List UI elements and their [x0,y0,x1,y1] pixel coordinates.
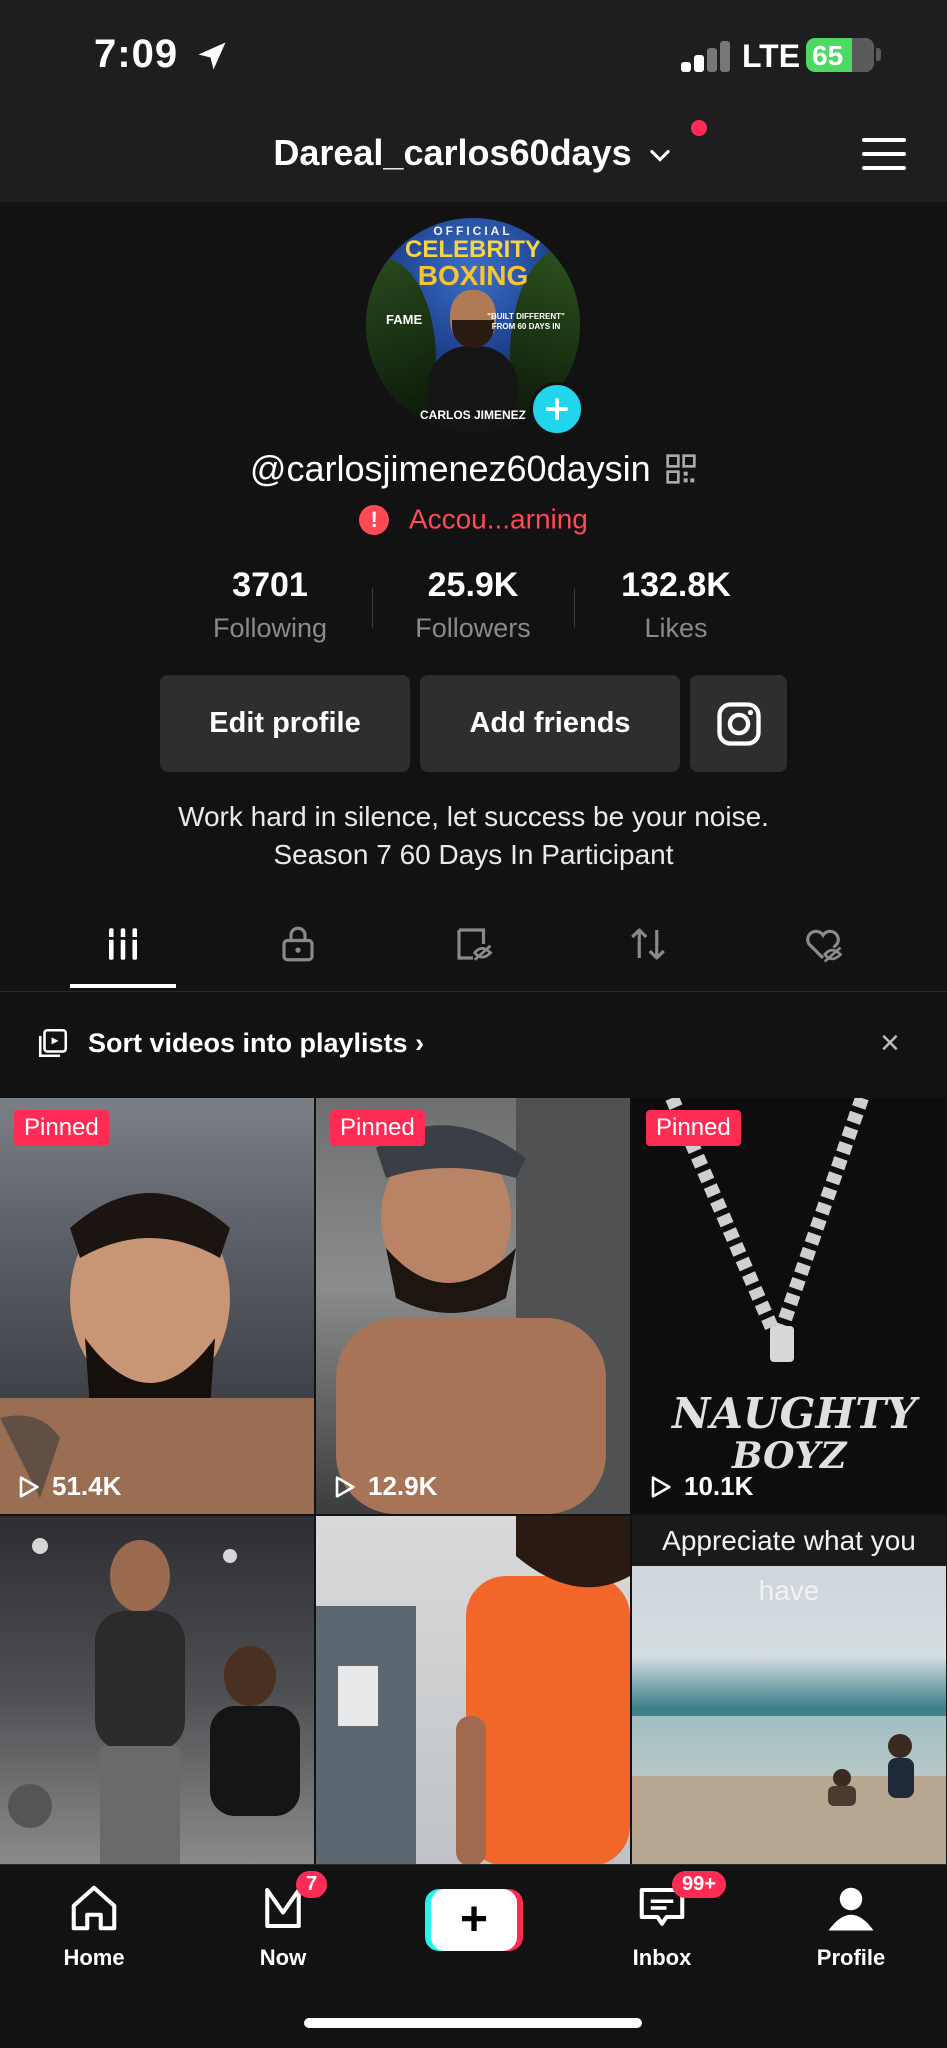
view-count: 12.9K [330,1471,437,1502]
play-icon [19,1475,39,1498]
bookmark-hidden-icon [457,928,493,961]
status-bar: 7:09 LTE 65 [0,0,947,110]
avatar-celebrity-text: CELEBRITY [404,236,541,263]
signal-icon [681,40,731,72]
heart-hidden-icon [806,929,843,963]
active-tab-indicator [70,984,176,988]
stats-row: 3701 Following 25.9K Followers 132.8K Li… [0,566,947,646]
stat-likes[interactable]: 132.8K Likes [576,566,776,644]
nav-profile[interactable]: Profile [786,1881,916,1971]
nav-now[interactable]: Now [218,1881,348,1971]
stat-followers[interactable]: 25.9K Followers [373,566,573,644]
profile-header: Dareal_carlos60days [0,110,947,202]
video-thumbnail[interactable] [0,1516,314,1866]
followers-label: Followers [415,613,531,643]
notification-dot [691,120,707,136]
following-label: Following [212,613,328,643]
battery-cap [876,48,881,61]
pinned-badge: Pinned [646,1110,741,1146]
username-label: Dareal_carlos60days [273,132,632,173]
likes-count: 132.8K [621,566,731,604]
following-count: 3701 [232,566,308,604]
add-friends-button[interactable]: Add friends [420,675,680,772]
nav-home[interactable]: Home [29,1881,159,1971]
video-thumbnail[interactable]: Appreciate what you have [632,1516,946,1866]
pinned-badge: Pinned [330,1110,425,1146]
instagram-icon [716,701,761,746]
bio-line-1: Work hard in silence, let success be you… [178,801,769,832]
followers-count: 25.9K [427,566,519,604]
stat-divider [574,588,575,628]
account-warning[interactable]: ! Accou...arning [0,502,947,536]
now-badge: 7 [296,1871,328,1898]
video-thumbnail[interactable]: NAUGHTY BOYZ Pinned 10.1K [632,1098,946,1514]
chevron-down-icon [649,150,670,163]
content-tabs [0,896,947,992]
bio: Work hard in silence, let success be you… [0,798,947,874]
avatar-fame-text: FAME [386,312,423,327]
view-count: 10.1K [646,1471,753,1502]
playlist-prompt[interactable]: Sort videos into playlists › × [0,994,947,1096]
create-button[interactable]: + [425,1889,523,1951]
add-story-button[interactable] [530,382,584,436]
tab-videos[interactable] [63,896,183,992]
alert-icon: ! [359,504,390,535]
playlist-icon [38,1028,68,1058]
home-indicator[interactable] [304,2018,642,2028]
tab-reposts[interactable] [588,896,708,992]
avatar-built-text: "BUILT DIFFERENT" FROM 60 DAYS IN [487,312,565,331]
battery-icon: 65 [806,38,874,72]
pinned-badge: Pinned [14,1110,109,1146]
account-warning-label: Accou...arning [408,503,588,535]
home-icon [71,1885,117,1931]
svg-text:NAUGHTY: NAUGHTY [670,1389,920,1438]
video-thumbnail[interactable]: Pinned 12.9K [316,1098,630,1514]
account-switcher[interactable]: Dareal_carlos60days [0,132,947,174]
close-icon[interactable]: × [880,1024,900,1063]
handle-row: @carlosjimenez60daysin [0,448,947,490]
nav-inbox-label: Inbox [632,1945,692,1970]
chevron-right-icon: › [415,1028,425,1058]
clock: 7:09 [94,32,179,76]
menu-icon[interactable] [862,136,906,172]
edit-profile-button[interactable]: Edit profile [160,675,410,772]
plus-icon: + [431,1889,517,1951]
location-arrow-icon [198,42,226,70]
nav-home-label: Home [63,1945,125,1970]
bio-line-2: Season 7 60 Days In Participant [273,839,674,870]
avatar-boxing-text: BOXING [417,260,529,291]
view-count: 51.4K [14,1471,121,1502]
playlist-prompt-label: Sort videos into playlists › [88,1028,425,1058]
play-icon [335,1475,355,1498]
grid-icon [109,928,137,960]
lock-icon [282,926,314,962]
battery-percent: 65 [812,40,844,71]
repost-icon [631,928,665,960]
tab-favorites[interactable] [413,896,533,992]
nav-now-label: Now [259,1945,307,1970]
stat-following[interactable]: 3701 Following [170,566,370,644]
video-thumbnail[interactable]: Pinned 51.4K [0,1098,314,1514]
video-caption: Appreciate what you have [632,1516,946,1606]
handle: @carlosjimenez60daysin [249,448,651,489]
tab-private[interactable] [238,896,358,992]
qr-code-icon[interactable] [665,453,697,485]
tab-liked[interactable] [763,896,883,992]
network-label: LTE [742,38,801,74]
play-icon [651,1475,671,1498]
video-thumbnail[interactable] [316,1516,630,1866]
inbox-badge: 99+ [672,1871,726,1898]
instagram-button[interactable] [690,675,787,772]
profile-icon [828,1887,874,1931]
nav-profile-label: Profile [816,1945,886,1970]
likes-label: Likes [644,613,708,643]
